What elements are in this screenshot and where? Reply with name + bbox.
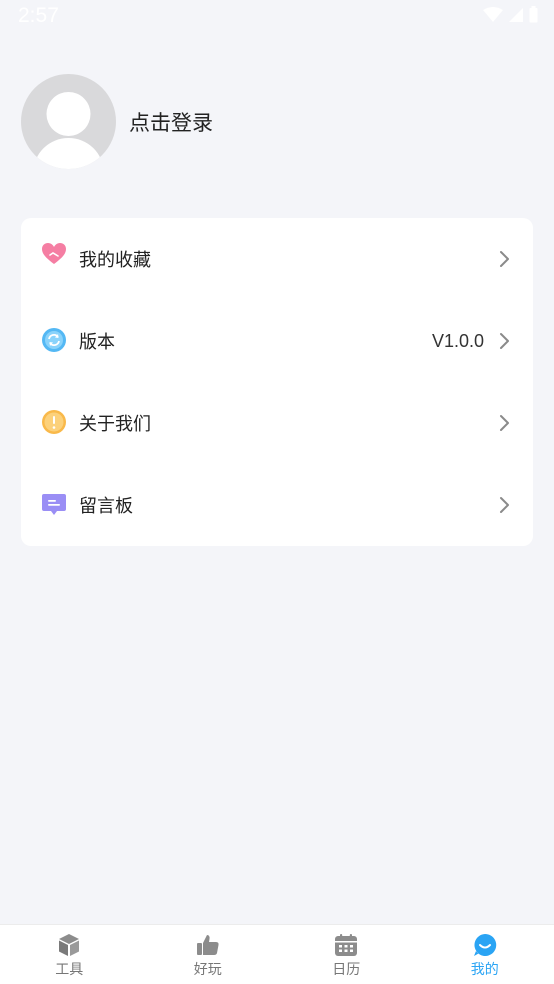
version-value: V1.0.0 (431, 330, 484, 351)
signal-icon (509, 7, 523, 22)
battery-icon (529, 6, 538, 23)
calendar-icon (335, 934, 358, 956)
nav-item-calendar[interactable]: 日历 (277, 925, 416, 984)
message-board-icon (42, 494, 66, 515)
box-icon (59, 934, 80, 956)
menu-item-version[interactable]: 版本 V1.0.0 (21, 300, 533, 382)
wifi-icon (483, 6, 503, 22)
profile-header[interactable]: 点击登录 (21, 74, 213, 169)
menu-item-label: 留言板 (79, 496, 133, 517)
thumbs-up-icon (196, 935, 219, 955)
nav-item-mine[interactable]: 我的 (416, 925, 554, 984)
nav-label: 好玩 (193, 962, 222, 978)
smile-bubble-icon (473, 933, 496, 956)
chevron-right-icon (500, 251, 509, 267)
nav-label: 我的 (470, 962, 499, 978)
profile-screen: 2:57 点击登录 我的收藏 版本 V1.0.0 关于我们 留言板 工具 好玩 … (0, 0, 554, 984)
nav-item-tools[interactable]: 工具 (0, 925, 139, 984)
chevron-right-icon (500, 415, 509, 431)
bottom-nav: 工具 好玩 日历 我的 (0, 924, 554, 984)
nav-item-fun[interactable]: 好玩 (139, 925, 278, 984)
menu-card: 我的收藏 版本 V1.0.0 关于我们 留言板 (21, 218, 533, 546)
refresh-icon (42, 328, 66, 352)
chevron-right-icon (500, 497, 509, 513)
nav-label: 工具 (55, 962, 84, 978)
menu-item-favorites[interactable]: 我的收藏 (21, 218, 533, 300)
menu-item-label: 我的收藏 (79, 250, 151, 271)
status-icons (483, 6, 538, 23)
login-link[interactable]: 点击登录 (129, 107, 213, 137)
heart-icon (42, 243, 66, 264)
nav-label: 日历 (332, 962, 361, 978)
status-bar: 2:57 (0, 0, 554, 34)
menu-item-about-us[interactable]: 关于我们 (21, 382, 533, 464)
menu-item-label: 版本 (79, 332, 115, 353)
menu-item-label: 关于我们 (79, 414, 151, 435)
default-avatar-icon[interactable] (21, 74, 116, 169)
chevron-right-icon (500, 333, 509, 349)
status-time: 2:57 (18, 4, 59, 27)
info-icon (42, 410, 66, 434)
menu-item-message-board[interactable]: 留言板 (21, 464, 533, 546)
